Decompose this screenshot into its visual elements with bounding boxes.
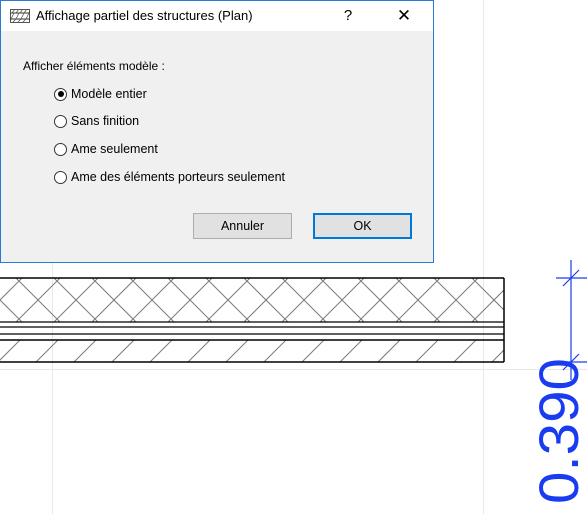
radio-button[interactable] (54, 114, 67, 128)
radio-option-modele-entier[interactable]: Modèle entier (54, 85, 147, 103)
radio-button[interactable] (54, 142, 67, 156)
structure-hatch-icon (10, 9, 30, 23)
radio-label[interactable]: Sans finition (71, 114, 139, 128)
guide-line-vertical (483, 0, 484, 514)
structure-hatch (0, 340, 504, 362)
radio-button[interactable] (54, 170, 67, 184)
dialog-title: Affichage partiel des structures (Plan) (36, 8, 253, 23)
partial-structure-display-dialog: Affichage partiel des structures (Plan) … (0, 0, 434, 263)
wall-section[interactable] (0, 260, 587, 380)
dialog-titlebar[interactable]: Affichage partiel des structures (Plan) … (1, 1, 433, 31)
radio-button[interactable] (54, 87, 67, 101)
radio-option-sans-finition[interactable]: Sans finition (54, 112, 139, 130)
radio-label[interactable]: Ame des éléments porteurs seulement (71, 170, 285, 184)
insulation-hatch (0, 278, 504, 322)
radio-label[interactable]: Modèle entier (71, 87, 147, 101)
close-button[interactable]: ✕ (381, 1, 427, 31)
dimension-value[interactable]: 0.390 (527, 358, 587, 504)
radio-option-ame-porteurs[interactable]: Ame des éléments porteurs seulement (54, 168, 285, 186)
help-button[interactable]: ? (326, 1, 370, 31)
ok-button[interactable]: OK (313, 213, 412, 239)
radio-label[interactable]: Ame seulement (71, 142, 158, 156)
cancel-button[interactable]: Annuler (193, 213, 292, 239)
group-label: Afficher éléments modèle : (23, 59, 165, 73)
dimension-text-container: 0.390 (527, 358, 587, 504)
drawing-canvas[interactable]: 0.390 Affichage partiel des structures (… (0, 0, 587, 514)
radio-option-ame-seulement[interactable]: Ame seulement (54, 140, 158, 158)
